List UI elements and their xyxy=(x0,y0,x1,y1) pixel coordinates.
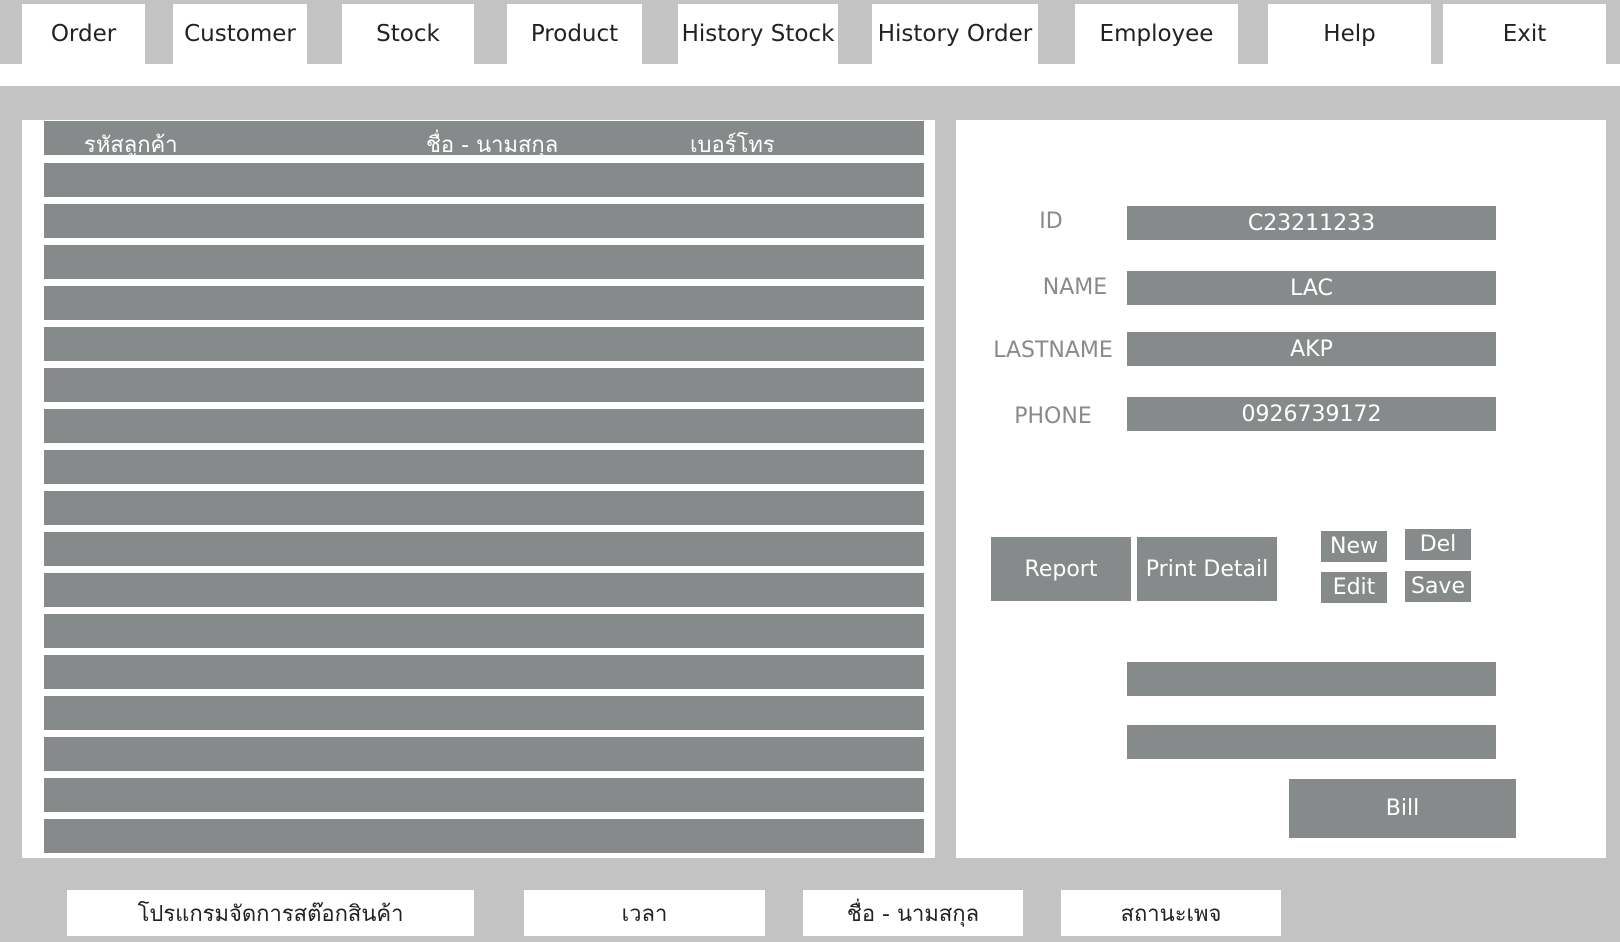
print-detail-button[interactable]: Print Detail xyxy=(1137,537,1277,601)
table-row[interactable] xyxy=(44,327,924,361)
table-row[interactable] xyxy=(44,286,924,320)
table-row[interactable] xyxy=(44,409,924,443)
extra-field-1[interactable] xyxy=(1127,662,1496,696)
tab-help[interactable]: Help xyxy=(1268,4,1431,64)
name-field[interactable]: LAC xyxy=(1127,271,1496,305)
table-row[interactable] xyxy=(44,614,924,648)
del-button[interactable]: Del xyxy=(1405,529,1471,560)
edit-button[interactable]: Edit xyxy=(1321,572,1387,603)
extra-field-2[interactable] xyxy=(1127,725,1496,759)
table-row[interactable] xyxy=(44,245,924,279)
table-row[interactable] xyxy=(44,368,924,402)
column-header-customer-id: รหัสลูกค้า xyxy=(84,133,178,158)
tab-history-order[interactable]: History Order xyxy=(872,4,1038,64)
tab-exit[interactable]: Exit xyxy=(1443,4,1606,64)
table-row[interactable] xyxy=(44,819,924,853)
bill-button[interactable]: Bill xyxy=(1289,779,1516,838)
phone-field[interactable]: 0926739172 xyxy=(1127,397,1496,431)
table-row[interactable] xyxy=(44,163,924,197)
id-field[interactable]: C23211233 xyxy=(1127,206,1496,240)
lastname-field[interactable]: AKP xyxy=(1127,332,1496,366)
table-row[interactable] xyxy=(44,532,924,566)
tab-customer[interactable]: Customer xyxy=(173,4,307,64)
table-row[interactable] xyxy=(44,655,924,689)
report-button[interactable]: Report xyxy=(991,537,1131,601)
table-row[interactable] xyxy=(44,696,924,730)
tab-order[interactable]: Order xyxy=(22,4,145,64)
id-label: ID xyxy=(1039,209,1063,234)
footer-time: เวลา xyxy=(524,890,765,936)
name-label: NAME xyxy=(1042,275,1108,300)
table-row[interactable] xyxy=(44,737,924,771)
table-row[interactable] xyxy=(44,573,924,607)
nav-divider xyxy=(0,64,1620,86)
footer-program-name: โปรแกรมจัดการสต๊อกสินค้า xyxy=(67,890,474,936)
tab-employee[interactable]: Employee xyxy=(1075,4,1238,64)
tab-stock[interactable]: Stock xyxy=(342,4,474,64)
table-row[interactable] xyxy=(44,491,924,525)
phone-label: PHONE xyxy=(1014,404,1092,429)
column-header-phone: เบอร์โทร xyxy=(690,133,775,158)
table-row[interactable] xyxy=(44,450,924,484)
column-header-full-name: ชื่อ - นามสกุล xyxy=(426,133,559,158)
lastname-label: LASTNAME xyxy=(993,338,1113,363)
new-button[interactable]: New xyxy=(1321,531,1387,562)
save-button[interactable]: Save xyxy=(1405,571,1471,602)
footer-user-name: ชื่อ - นามสกุล xyxy=(803,890,1023,936)
table-row[interactable] xyxy=(44,778,924,812)
tab-history-stock[interactable]: History Stock xyxy=(678,4,838,64)
table-row[interactable] xyxy=(44,204,924,238)
footer-page-status: สถานะเพจ xyxy=(1061,890,1281,936)
tab-product[interactable]: Product xyxy=(507,4,642,64)
